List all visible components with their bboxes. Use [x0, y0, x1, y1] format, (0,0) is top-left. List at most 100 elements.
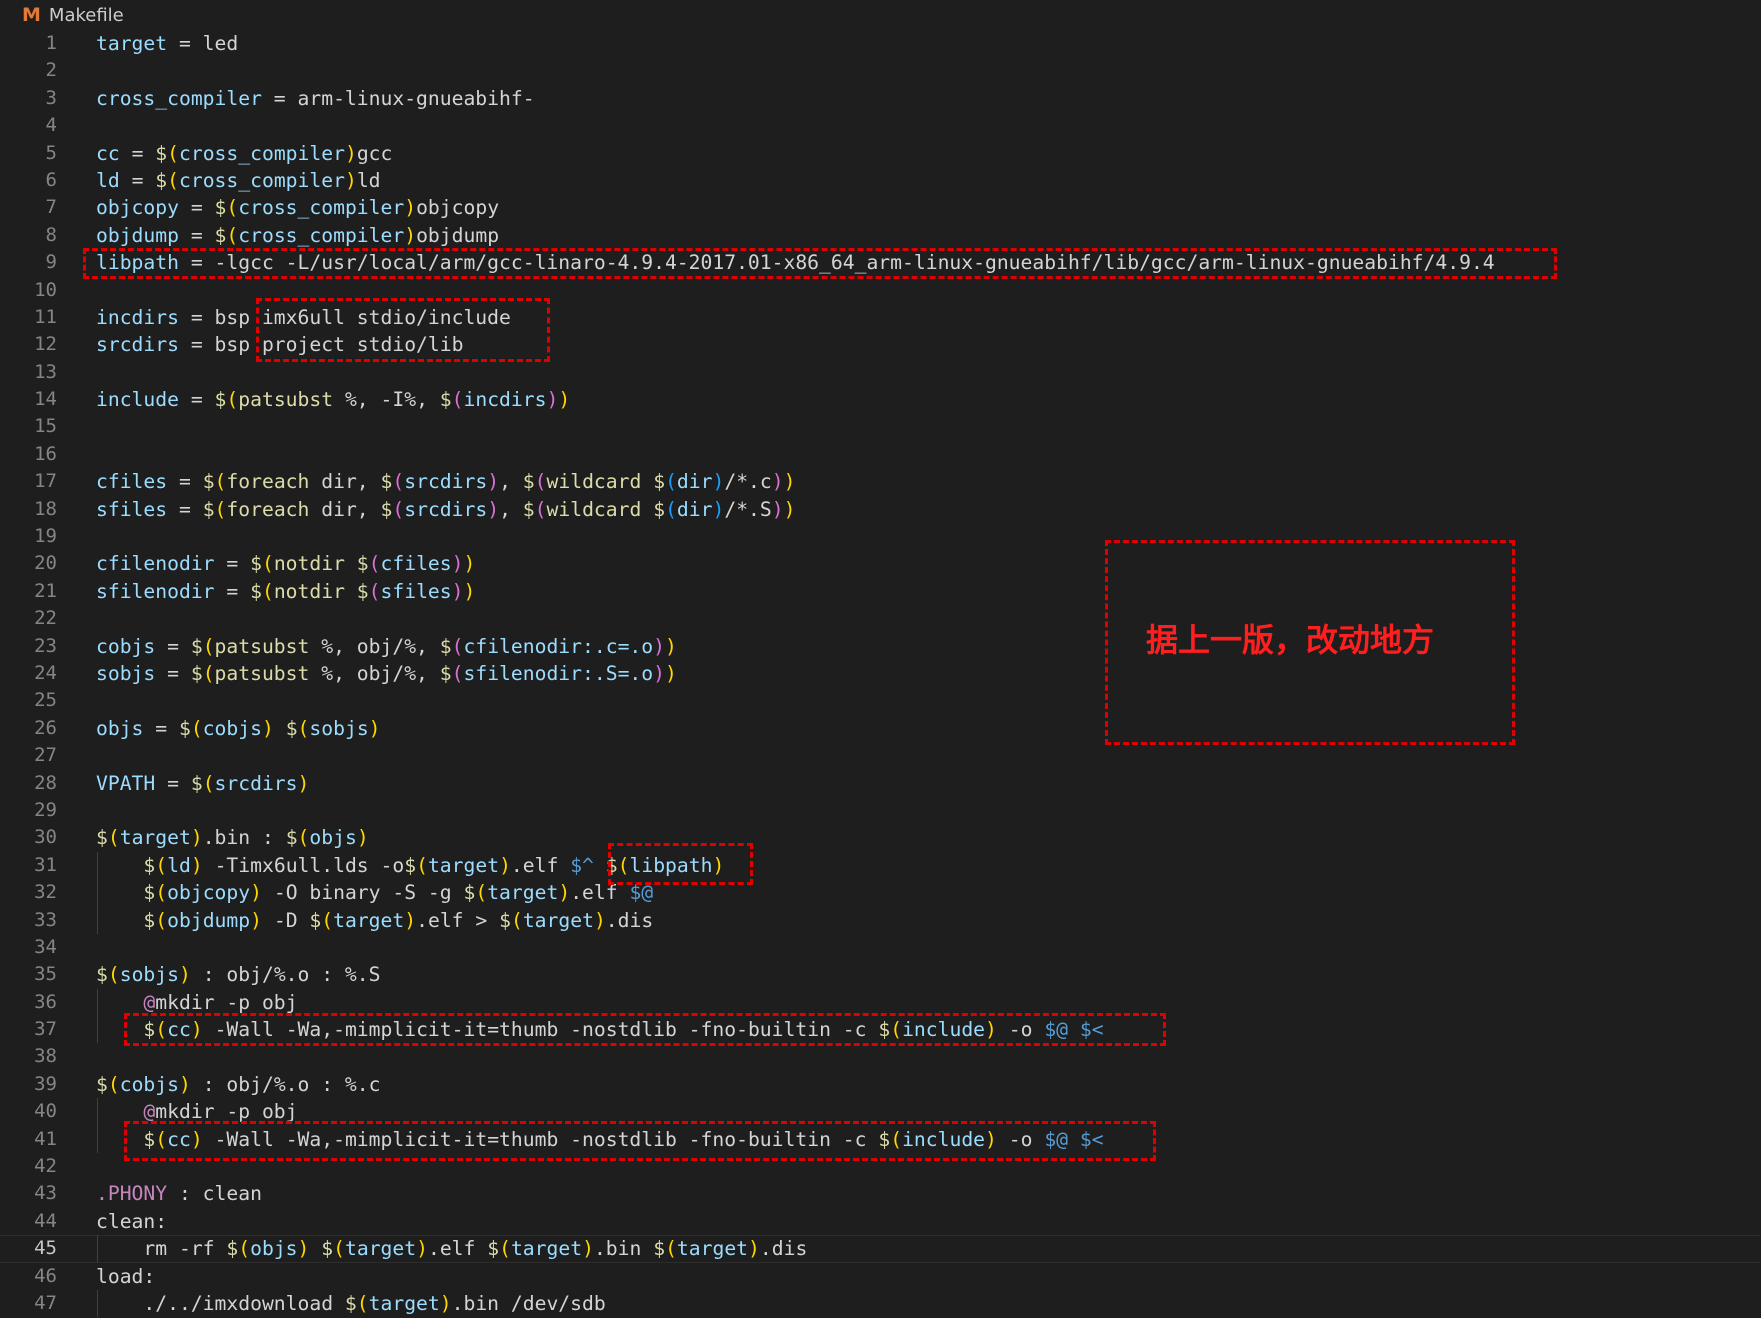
line-number: 42	[34, 1155, 57, 1178]
code-line[interactable]: 35 $(sobjs) : obj/%.o : %.S	[0, 961, 1761, 988]
code-line[interactable]: 38	[0, 1043, 1761, 1070]
line-number: 2	[45, 59, 57, 82]
code-text: $(target).bin : $(objs)	[96, 826, 369, 850]
line-number: 19	[34, 525, 57, 548]
highlight-box-cobjs-cmd	[124, 1121, 1156, 1161]
line-number: 28	[34, 771, 57, 794]
line-number: 12	[34, 333, 57, 356]
line-number: 31	[34, 853, 57, 876]
code-line[interactable]: 4	[0, 112, 1761, 139]
code-line[interactable]: 18 sfiles = $(foreach dir, $(srcdirs), $(…	[0, 496, 1761, 523]
line-number: 46	[34, 1264, 57, 1287]
line-number: 21	[34, 579, 57, 602]
code-text: $(cobjs) : obj/%.o : %.c	[96, 1072, 381, 1096]
code-line[interactable]: 13	[0, 359, 1761, 386]
code-text: $(sobjs) : obj/%.o : %.S	[96, 963, 381, 987]
line-number: 47	[34, 1291, 57, 1314]
code-line[interactable]: 3 cross_compiler = arm-linux-gnueabihf-	[0, 85, 1761, 112]
code-line[interactable]: 29	[0, 797, 1761, 824]
code-line[interactable]: 1 target = led	[0, 30, 1761, 57]
code-line[interactable]: 43 .PHONY : clean	[0, 1180, 1761, 1207]
code-line[interactable]: 2	[0, 57, 1761, 84]
code-line[interactable]: 39 $(cobjs) : obj/%.o : %.c	[0, 1071, 1761, 1098]
code-text: clean:	[96, 1209, 168, 1233]
code-line[interactable]: 30 $(target).bin : $(objs)	[0, 824, 1761, 851]
code-line[interactable]: 27	[0, 742, 1761, 769]
code-line[interactable]: 36 @mkdir -p obj	[0, 988, 1761, 1017]
line-number: 38	[34, 1045, 57, 1068]
code-line[interactable]: 6 ld = $(cross_compiler)ld	[0, 167, 1761, 194]
line-number: 24	[34, 661, 57, 684]
code-text: ./../imxdownload $(target).bin /dev/sdb	[143, 1291, 606, 1315]
indent-guide	[97, 879, 98, 907]
indent-guide	[97, 851, 98, 880]
code-text: include = $(patsubst %, -I%, $(incdirs))	[96, 388, 571, 412]
code-text: sobjs = $(patsubst %, obj/%, $(sfilenodi…	[96, 661, 677, 685]
code-text: sfilenodir = $(notdir $(sfiles))	[96, 579, 476, 603]
editor-tab[interactable]: M Makefile	[0, 0, 1761, 30]
line-number: 26	[34, 716, 57, 739]
code-line[interactable]: 34	[0, 934, 1761, 961]
code-text: .PHONY : clean	[96, 1182, 262, 1206]
code-line[interactable]: 45 rm -rf $(objs) $(target).elf $(target…	[0, 1235, 1761, 1263]
line-number: 22	[34, 607, 57, 630]
indent-guide	[97, 1098, 98, 1126]
code-line[interactable]: 28 VPATH = $(srcdirs)	[0, 770, 1761, 797]
indent-guide	[97, 906, 98, 934]
code-line[interactable]: 14 include = $(patsubst %, -I%, $(incdirs…	[0, 386, 1761, 413]
line-number: 3	[45, 86, 57, 109]
makefile-icon: M	[22, 4, 41, 26]
line-number: 29	[34, 798, 57, 821]
code-line[interactable]: 16	[0, 441, 1761, 468]
code-text: cfiles = $(foreach dir, $(srcdirs), $(wi…	[96, 470, 796, 494]
code-text: cc = $(cross_compiler)gcc	[96, 141, 393, 165]
line-number: 20	[34, 552, 57, 575]
highlight-box-dirs	[256, 298, 550, 362]
line-number: 5	[45, 141, 57, 164]
line-number: 11	[34, 305, 57, 328]
code-line[interactable]: 32 $(objcopy) -O binary -S -g $(target).…	[0, 879, 1761, 907]
indent-guide	[97, 1125, 98, 1154]
line-number: 4	[45, 114, 57, 137]
code-line[interactable]: 47 ./../imxdownload $(target).bin /dev/s…	[0, 1289, 1761, 1318]
line-number: 33	[34, 908, 57, 931]
line-number: 37	[34, 1018, 57, 1041]
code-line[interactable]: 8 objdump = $(cross_compiler)objdump	[0, 222, 1761, 249]
line-number: 14	[34, 388, 57, 411]
line-number: 6	[45, 168, 57, 191]
code-text: target = led	[96, 32, 239, 55]
line-number: 9	[45, 251, 57, 274]
code-text: objdump = $(cross_compiler)objdump	[96, 223, 500, 247]
line-number: 1	[45, 32, 57, 54]
code-line[interactable]: 17 cfiles = $(foreach dir, $(srcdirs), $(…	[0, 468, 1761, 495]
indent-guide	[97, 1235, 98, 1263]
code-line[interactable]: 44 clean:	[0, 1208, 1761, 1235]
line-number: 32	[34, 881, 57, 904]
code-line[interactable]: 7 objcopy = $(cross_compiler)objcopy	[0, 194, 1761, 221]
line-number: 13	[34, 360, 57, 383]
highlight-box-ld-libpath	[608, 843, 753, 885]
code-text: rm -rf $(objs) $(target).elf $(target).b…	[143, 1237, 808, 1261]
code-text: load:	[96, 1264, 156, 1288]
line-number: 17	[34, 470, 57, 493]
line-number: 23	[34, 634, 57, 657]
code-text: sfiles = $(foreach dir, $(srcdirs), $(wi…	[96, 497, 796, 521]
code-line[interactable]: 15	[0, 413, 1761, 440]
code-line[interactable]: 46 load:	[0, 1263, 1761, 1290]
code-text: objcopy = $(cross_compiler)objcopy	[96, 196, 500, 220]
highlight-box-sobjs-cmd	[124, 1013, 1166, 1046]
code-text: cfilenodir = $(notdir $(cfiles))	[96, 552, 476, 576]
code-text: cross_compiler = arm-linux-gnueabihf-	[96, 86, 535, 110]
code-text: ld = $(cross_compiler)ld	[96, 168, 381, 192]
line-number: 39	[34, 1072, 57, 1095]
code-text: $(objdump) -D $(target).elf > $(target).…	[143, 908, 654, 932]
code-text: cobjs = $(patsubst %, obj/%, $(cfilenodi…	[96, 634, 677, 658]
line-number: 7	[45, 196, 57, 219]
code-text: objs = $(cobjs) $(sobjs)	[96, 716, 381, 740]
code-line[interactable]: 31 $(ld) -Timx6ull.lds -o$(target).elf $…	[0, 851, 1761, 880]
code-line[interactable]: 5 cc = $(cross_compiler)gcc	[0, 140, 1761, 167]
line-number: 36	[34, 990, 57, 1013]
annotation-note-text: 据上一版，改动地方	[1146, 621, 1435, 659]
indent-guide	[97, 1289, 98, 1318]
code-line[interactable]: 33 $(objdump) -D $(target).elf > $(targe…	[0, 906, 1761, 934]
